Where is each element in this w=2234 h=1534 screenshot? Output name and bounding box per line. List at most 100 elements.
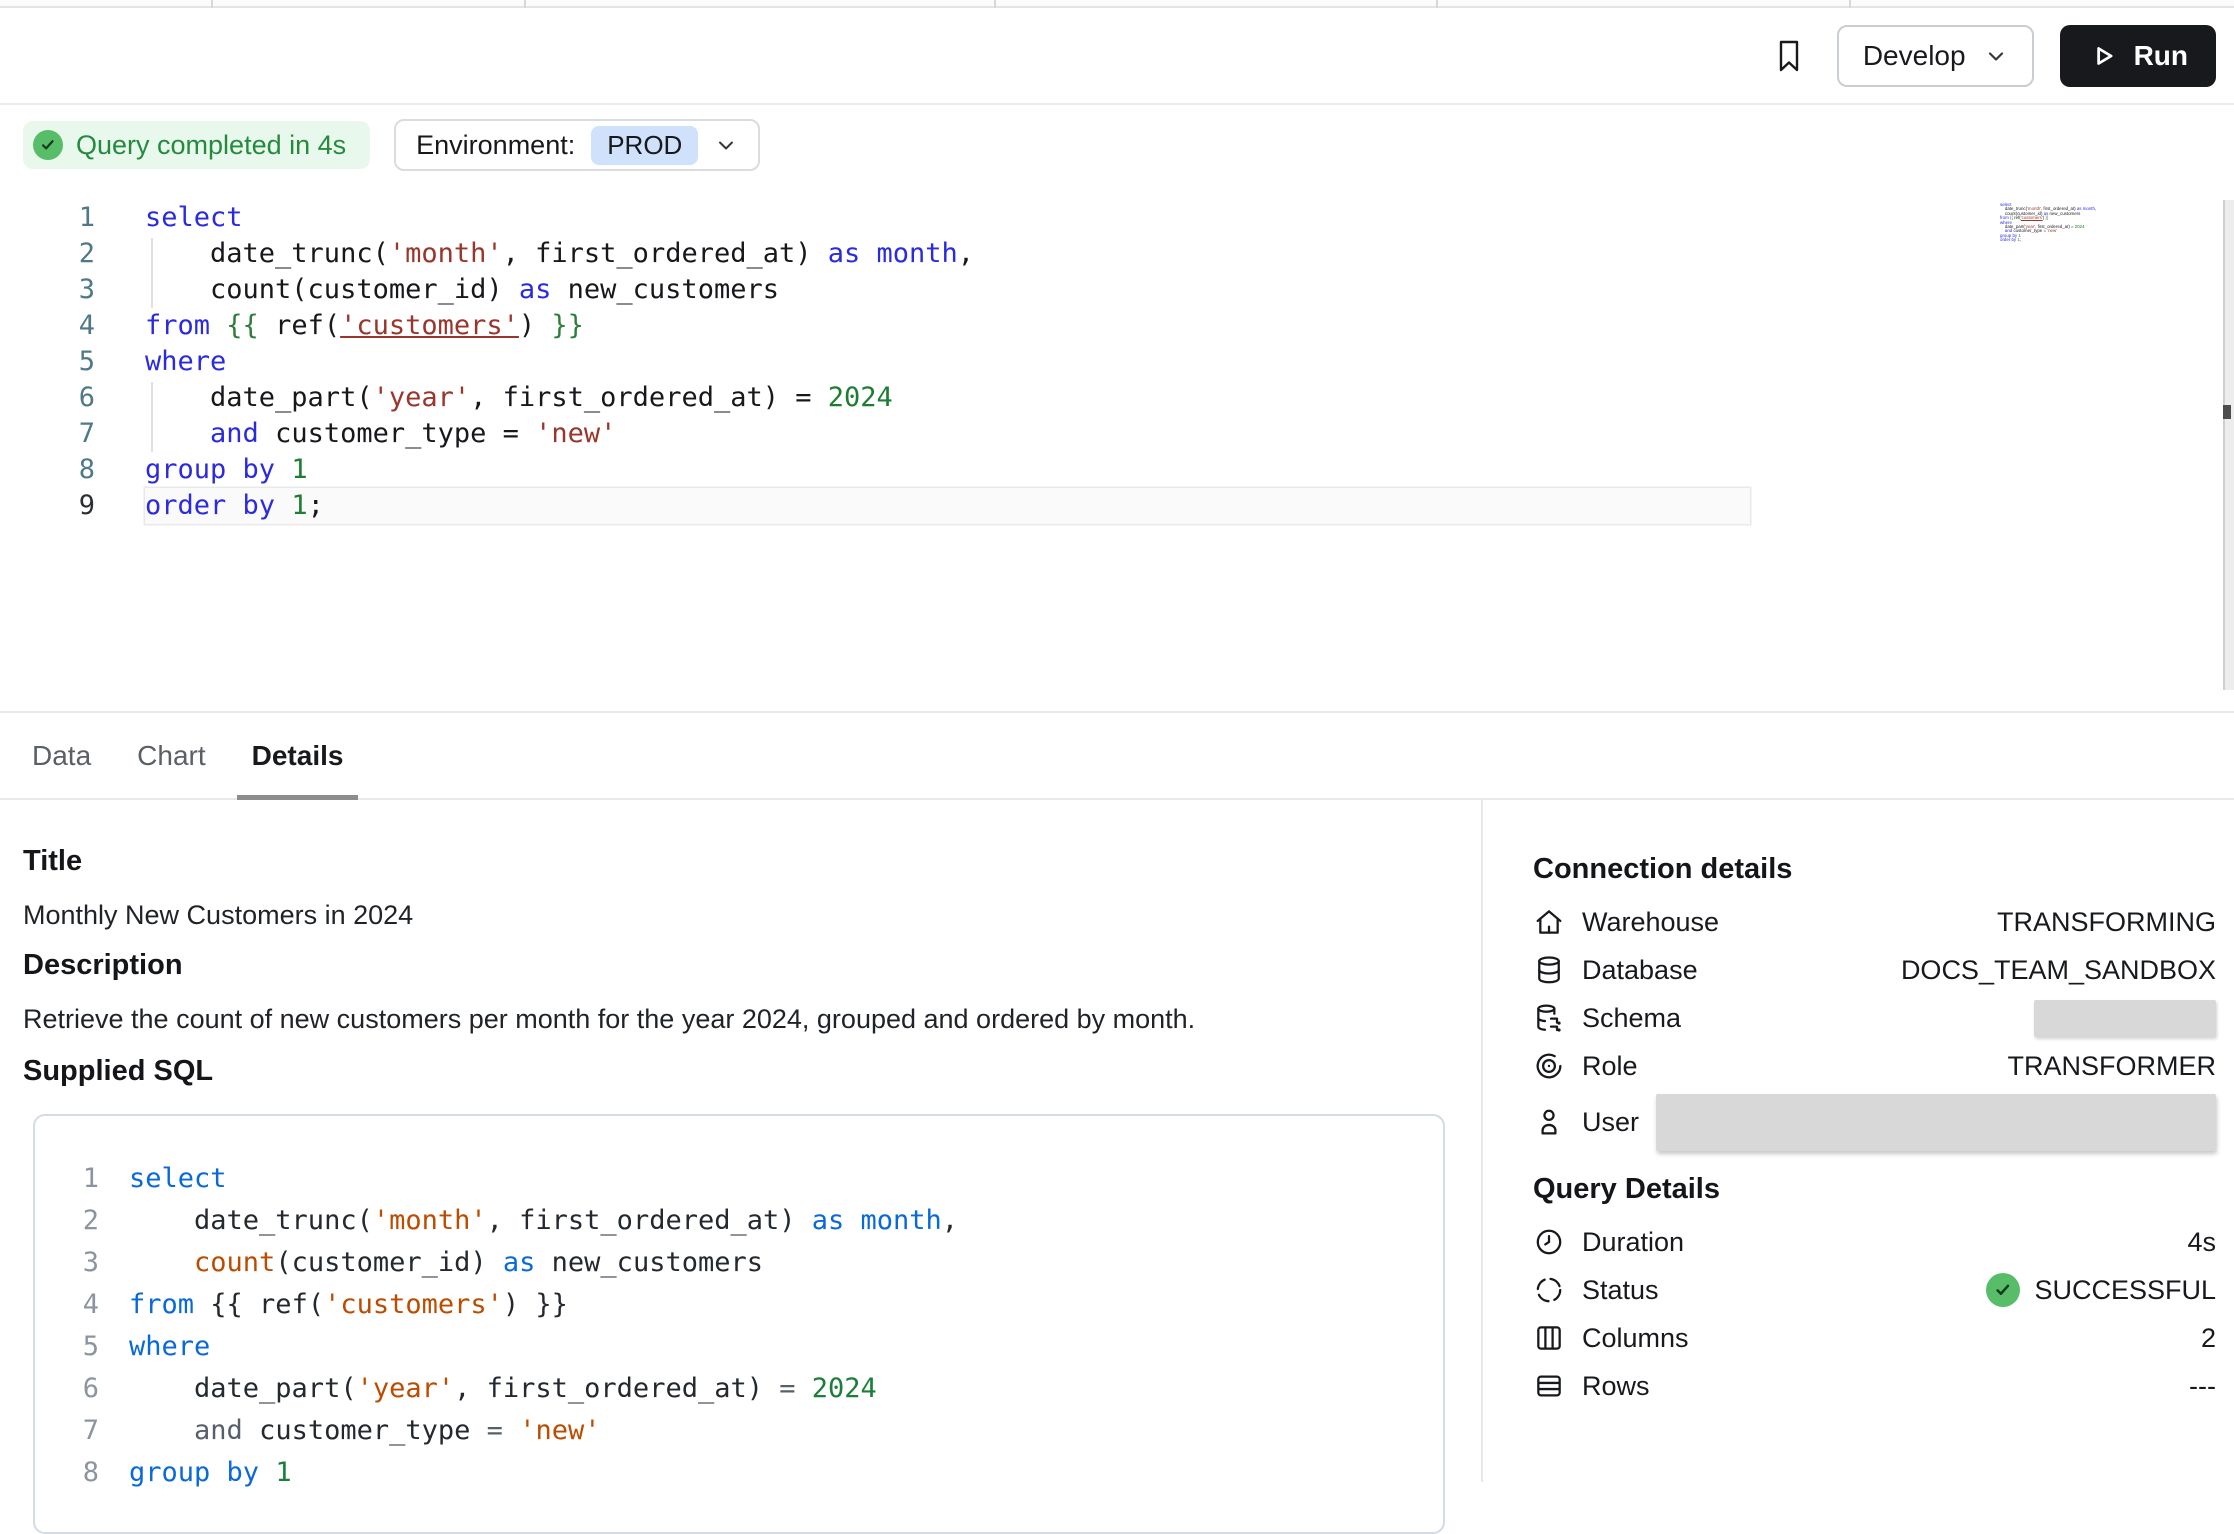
code-line-5: 5where	[61, 1326, 1443, 1368]
code-line-5: 5where	[0, 344, 1750, 380]
schema-row: Schema	[1533, 994, 2216, 1042]
code-text: date_part('year', first_ordered_at) = 20…	[129, 1368, 877, 1410]
warehouse-icon	[1533, 906, 1565, 938]
code-line-1: 1 select	[61, 1158, 1443, 1200]
details-panel: Title Monthly New Customers in 2024 Desc…	[0, 800, 2234, 1482]
columns-value: 2	[2201, 1323, 2216, 1354]
user-label: User	[1582, 1107, 1639, 1138]
editor-minimap[interactable]: 1select2 date_trunc('month', first_order…	[2000, 203, 2120, 243]
code-line-3: 3 count(customer_id) as new_customers	[0, 272, 1750, 308]
line-number: 4	[0, 308, 95, 344]
database-value: DOCS_TEAM_SANDBOX	[1901, 955, 2216, 986]
play-icon	[2088, 41, 2118, 71]
code-text: where	[145, 344, 226, 380]
details-side-column: Connection details WarehouseTRANSFORMING…	[1481, 800, 2234, 1482]
duration-value: 4s	[2187, 1227, 2216, 1258]
editor-scrollbar[interactable]	[2223, 200, 2234, 690]
line-number: 7	[0, 416, 95, 452]
status-row: Status SUCCESSFUL	[1533, 1266, 2216, 1314]
redacted-value	[1656, 1094, 2216, 1151]
status-label: Status	[1582, 1275, 1659, 1306]
code-text: and customer_type = 'new'	[129, 1410, 600, 1452]
code-line-7: 7 and customer_type = 'new'	[0, 416, 1750, 452]
tab-divider	[211, 0, 213, 8]
code-line-8: 8group by 1	[61, 1452, 1443, 1494]
code-line-3: 3 count(customer_id) as new_customers	[61, 1242, 1443, 1284]
editor-code[interactable]: 1select2 date_trunc('month', first_order…	[0, 200, 1750, 524]
description-heading: Description	[23, 946, 1445, 984]
environment-selector[interactable]: Environment: PROD	[394, 119, 760, 171]
columns-row: Columns 2	[1533, 1314, 2216, 1362]
line-number: 1	[0, 200, 95, 236]
line-number: 1	[61, 1158, 99, 1200]
code-text: count(customer_id) as new_customers	[145, 272, 779, 308]
description-value: Retrieve the count of new customers per …	[23, 1002, 1445, 1036]
user-icon	[1533, 1106, 1565, 1138]
columns-label: Columns	[1582, 1323, 1689, 1354]
check-circle-icon	[33, 130, 63, 160]
duration-row: Duration4s	[1533, 1218, 2216, 1266]
query-details-heading: Query Details	[1533, 1170, 2216, 1208]
develop-label: Develop	[1863, 40, 1966, 72]
rows-label: Rows	[1582, 1371, 1650, 1402]
code-text: select	[129, 1158, 227, 1200]
tab-divider	[994, 0, 996, 8]
tab-divider	[1849, 0, 1851, 8]
code-text: from {{ ref('customers') }}	[145, 308, 584, 344]
line-number: 6	[61, 1368, 99, 1410]
schema-icon	[1533, 1002, 1565, 1034]
role-icon	[1533, 1050, 1565, 1082]
connection-rows: WarehouseTRANSFORMINGDatabaseDOCS_TEAM_S…	[1533, 898, 2216, 1154]
duration-icon	[1533, 1226, 1565, 1258]
code-text: count(customer_id) as new_customers	[129, 1242, 763, 1284]
rows-value: ---	[2189, 1371, 2216, 1402]
code-text: order by 1;	[145, 488, 1750, 524]
connection-details-heading: Connection details	[1533, 850, 2216, 888]
warehouse-value: TRANSFORMING	[1997, 907, 2216, 938]
browser-tab-strip	[0, 0, 2234, 8]
code-line-7: 7 and customer_type = 'new'	[61, 1410, 1443, 1452]
tab-data[interactable]: Data	[30, 713, 93, 798]
columns-icon	[1533, 1322, 1565, 1354]
code-line-4: 4 from {{ ref('customers') }}	[0, 308, 1750, 344]
database-label: Database	[1582, 955, 1698, 986]
tab-divider	[524, 0, 526, 8]
status-row: Query completed in 4s Environment: PROD	[0, 105, 2234, 185]
environment-label: Environment:	[416, 130, 575, 161]
tab-details[interactable]: Details	[250, 713, 346, 798]
redacted-value	[2034, 1000, 2216, 1037]
bookmark-icon	[1773, 34, 1805, 78]
chevron-down-icon	[714, 133, 738, 157]
environment-value-badge: PROD	[591, 126, 698, 165]
database-icon	[1533, 954, 1565, 986]
role-label: Role	[1582, 1051, 1638, 1082]
line-number: 2	[0, 236, 95, 272]
tab-chart[interactable]: Chart	[135, 713, 207, 798]
code-line-6: 6 date_part('year', first_ordered_at) = …	[61, 1368, 1443, 1410]
code-text: where	[129, 1326, 210, 1368]
sql-editor[interactable]: 1select2 date_trunc('month', first_order…	[0, 185, 2234, 711]
details-main-column: Title Monthly New Customers in 2024 Desc…	[0, 800, 1481, 1482]
user-row: User	[1533, 1090, 2216, 1154]
code-text: group by 1	[145, 452, 308, 488]
query-status-pill: Query completed in 4s	[23, 121, 370, 169]
header: Develop Run	[0, 8, 2234, 105]
code-line-4: 4from {{ ref('customers') }}	[61, 1284, 1443, 1326]
bookmark-button[interactable]	[1767, 32, 1811, 80]
develop-dropdown[interactable]: Develop	[1837, 25, 2034, 87]
line-number: 9	[0, 488, 95, 524]
status-value: SUCCESSFUL	[1986, 1273, 2216, 1307]
line-number: 2	[61, 1200, 99, 1242]
run-button[interactable]: Run	[2060, 25, 2216, 87]
title-value: Monthly New Customers in 2024	[23, 898, 1445, 932]
supplied-sql-heading: Supplied SQL	[23, 1052, 1445, 1090]
chevron-down-icon	[1984, 44, 2008, 68]
success-check-icon	[1986, 1273, 2020, 1307]
scrollbar-thumb[interactable]	[2223, 405, 2231, 419]
rows-icon	[1533, 1370, 1565, 1402]
results-tabbar: Data Chart Details	[0, 711, 2234, 800]
supplied-sql-code: 1select2 date_trunc('month', first_order…	[33, 1114, 1445, 1534]
role-row: Role TRANSFORMER	[1533, 1042, 2216, 1090]
role-value: TRANSFORMER	[2008, 1051, 2217, 1082]
tab-divider	[1436, 0, 1438, 8]
